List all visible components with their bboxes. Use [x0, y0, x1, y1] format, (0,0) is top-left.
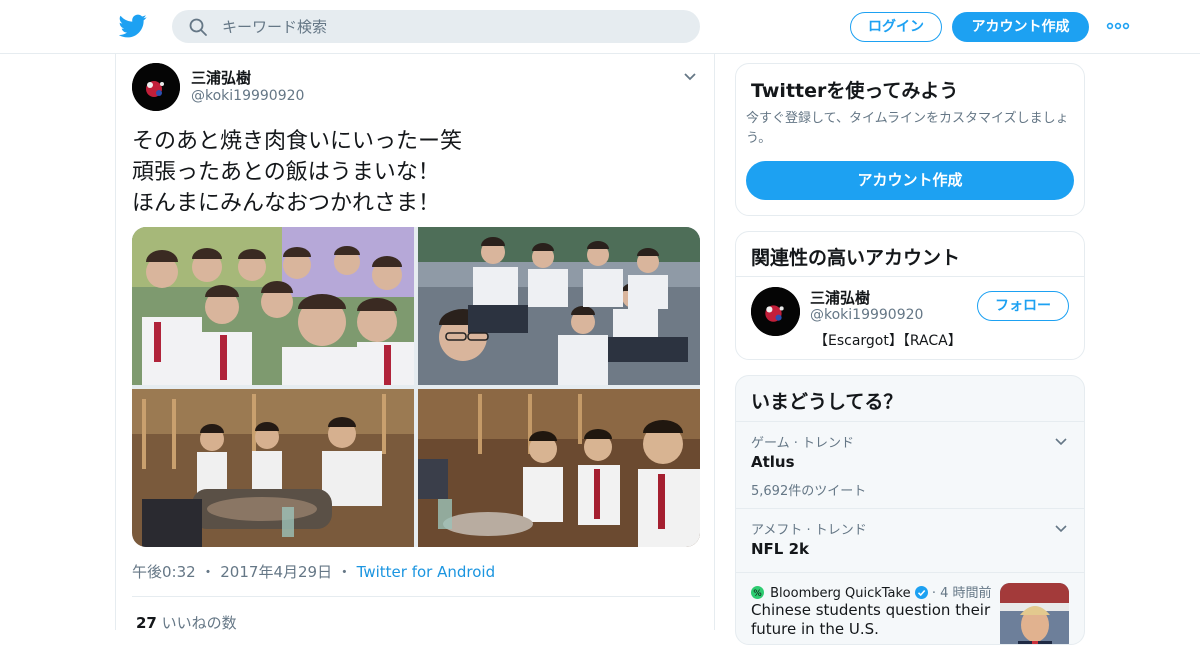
- tweet-text-line: 頑張ったあとの飯はうまいな！: [132, 160, 440, 185]
- search-icon: [189, 18, 207, 36]
- news-thumbnail: [1000, 583, 1069, 644]
- tweet-text-line: そのあと焼き肉食いにいったー笑: [132, 129, 463, 154]
- chevron-down-icon[interactable]: [1054, 521, 1068, 535]
- trends-card: いまどうしてる？ ゲーム · トレンド Atlus 5,692件のツイート アメ…: [735, 375, 1085, 645]
- trend-item[interactable]: ゲーム · トレンド Atlus 5,692件のツイート: [736, 421, 1084, 508]
- author-handle[interactable]: @koki19990920: [191, 88, 304, 104]
- related-accounts-card: 関連性の高いアカウント 三浦弘樹 @koki19990920 【Escargot…: [735, 231, 1085, 360]
- tweet-client-link[interactable]: Twitter for Android: [357, 563, 495, 581]
- create-account-button[interactable]: アカウント作成: [746, 161, 1074, 200]
- signup-button[interactable]: アカウント作成: [952, 12, 1089, 42]
- avatar-image: [751, 287, 800, 336]
- likes-count: 27: [136, 614, 157, 632]
- news-source: % Bloomberg QuickTake · 4 時間前: [751, 582, 992, 601]
- related-account-bio: 【Escargot】【RACA】: [814, 333, 962, 349]
- meta-separator: ・: [336, 563, 352, 581]
- meta-separator: ・: [200, 563, 216, 581]
- divider: [132, 596, 700, 597]
- tweet-timestamp: 午後0:32 ・ 2017年4月29日 ・ Twitter for Androi…: [132, 561, 495, 582]
- search-box[interactable]: [172, 10, 700, 43]
- news-age: 4 時間前: [940, 586, 992, 601]
- tweet-text-line: ほんまにみんなおつかれさま！: [132, 191, 441, 216]
- news-headline: Chinese students question their future i…: [751, 601, 991, 638]
- trends-card-title: いまどうしてる？: [751, 391, 903, 413]
- avatar[interactable]: [751, 287, 800, 336]
- more-options-icon[interactable]: [1106, 18, 1130, 34]
- avatar-image: [132, 63, 180, 111]
- signup-card-title: Twitterを使ってみよう: [751, 80, 959, 102]
- author-name[interactable]: 三浦弘樹: [191, 67, 251, 88]
- news-source-name: Bloomberg QuickTake: [770, 586, 911, 601]
- photo-grid: [132, 227, 700, 547]
- trend-tweet-count: 5,692件のツイート: [751, 484, 867, 499]
- tweet-photo[interactable]: [418, 227, 700, 385]
- svg-text:%: %: [753, 589, 762, 599]
- tweet-photo[interactable]: [132, 227, 414, 385]
- chevron-down-icon[interactable]: [682, 68, 698, 84]
- related-account-handle[interactable]: @koki19990920: [810, 307, 923, 323]
- trend-name: Atlus: [751, 453, 795, 471]
- related-account-name[interactable]: 三浦弘樹: [810, 287, 870, 308]
- signup-promo-card: Twitterを使ってみよう 今すぐ登録して、タイムラインをカスタマイズしましょ…: [735, 63, 1085, 216]
- tweet-time[interactable]: 午後0:32: [132, 563, 196, 581]
- search-input[interactable]: [222, 10, 682, 43]
- avatar[interactable]: [132, 63, 180, 111]
- verified-badge-icon: [914, 586, 928, 599]
- signup-card-description: 今すぐ登録して、タイムラインをカスタマイズしましょう。: [746, 111, 1069, 146]
- trend-name: NFL 2k: [751, 540, 809, 558]
- top-navigation-bar: ログイン アカウント作成: [0, 0, 1200, 54]
- likes-label: いいねの数: [161, 614, 237, 632]
- tweet-photo[interactable]: [418, 389, 700, 547]
- meta-separator: ·: [931, 586, 941, 601]
- tweet-text: そのあと焼き肉食いにいったー笑 頑張ったあとの飯はうまいな！ ほんまにみんなおつ…: [132, 126, 462, 219]
- chevron-down-icon[interactable]: [1054, 434, 1068, 448]
- bloomberg-logo-icon: %: [751, 586, 764, 599]
- tweet-date[interactable]: 2017年4月29日: [220, 563, 332, 581]
- follow-button[interactable]: フォロー: [977, 291, 1069, 321]
- related-card-title: 関連性の高いアカウント: [751, 247, 961, 269]
- tweet-permalink: 三浦弘樹 @koki19990920 そのあと焼き肉食いにいったー笑 頑張ったあ…: [115, 54, 715, 632]
- tweet-photo[interactable]: [132, 389, 414, 547]
- login-button[interactable]: ログイン: [850, 12, 942, 42]
- news-item[interactable]: % Bloomberg QuickTake · 4 時間前 Chinese st…: [736, 572, 1084, 644]
- trend-item[interactable]: アメフト · トレンド NFL 2k: [736, 508, 1084, 572]
- twitter-bird-icon[interactable]: [119, 12, 147, 40]
- divider: [736, 276, 1084, 277]
- trend-context: アメフト · トレンド: [751, 523, 867, 538]
- trend-context: ゲーム · トレンド: [751, 436, 855, 451]
